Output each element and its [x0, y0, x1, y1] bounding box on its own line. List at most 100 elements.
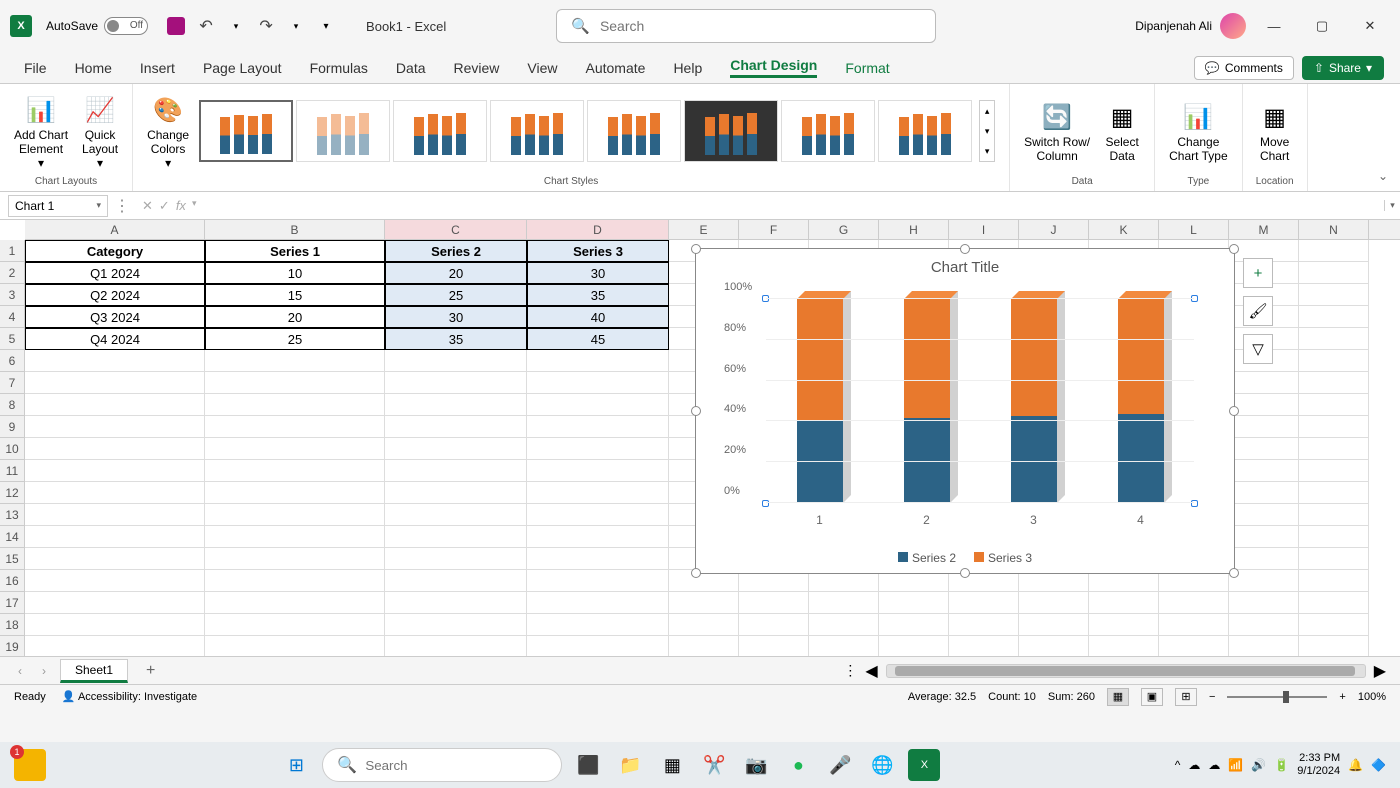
- task-view-icon[interactable]: ⬛: [572, 749, 604, 781]
- cell-A16[interactable]: [25, 570, 205, 592]
- cell-A5[interactable]: Q4 2024: [25, 328, 205, 350]
- tab-help[interactable]: Help: [673, 60, 702, 76]
- cell-A1[interactable]: Category: [25, 240, 205, 262]
- row-header-2[interactable]: 2: [0, 262, 25, 284]
- cell-A14[interactable]: [25, 526, 205, 548]
- cell-A8[interactable]: [25, 394, 205, 416]
- cell-B4[interactable]: 20: [205, 306, 385, 328]
- add-sheet-button[interactable]: +: [136, 662, 165, 680]
- cell-F19[interactable]: [739, 636, 809, 656]
- horizontal-scrollbar[interactable]: [886, 664, 1366, 678]
- zoom-label[interactable]: 100%: [1358, 691, 1386, 703]
- cell-A18[interactable]: [25, 614, 205, 636]
- tab-chart-design[interactable]: Chart Design: [730, 57, 817, 78]
- cell-B17[interactable]: [205, 592, 385, 614]
- tab-automate[interactable]: Automate: [586, 60, 646, 76]
- row-header-9[interactable]: 9: [0, 416, 25, 438]
- cell-M19[interactable]: [1229, 636, 1299, 656]
- redo-dropdown-icon[interactable]: ▾: [286, 16, 306, 36]
- file-explorer-icon[interactable]: 📁: [614, 749, 646, 781]
- col-header-D[interactable]: D: [527, 220, 669, 239]
- cell-A2[interactable]: Q1 2024: [25, 262, 205, 284]
- cell-C12[interactable]: [385, 482, 527, 504]
- cell-A12[interactable]: [25, 482, 205, 504]
- chart-handle[interactable]: [1229, 568, 1239, 578]
- cell-B13[interactable]: [205, 504, 385, 526]
- cell-C9[interactable]: [385, 416, 527, 438]
- tab-data[interactable]: Data: [396, 60, 426, 76]
- cell-C10[interactable]: [385, 438, 527, 460]
- cell-D7[interactable]: [527, 372, 669, 394]
- tray-app-icon[interactable]: 🔷: [1371, 758, 1386, 772]
- view-page-layout-button[interactable]: ▣: [1141, 688, 1163, 706]
- chart-handle[interactable]: [691, 568, 701, 578]
- zoom-out-button[interactable]: −: [1209, 691, 1215, 703]
- cell-D11[interactable]: [527, 460, 669, 482]
- cell-A6[interactable]: [25, 350, 205, 372]
- chart-style-3[interactable]: [393, 100, 487, 162]
- cell-I18[interactable]: [949, 614, 1019, 636]
- cell-C19[interactable]: [385, 636, 527, 656]
- cell-C15[interactable]: [385, 548, 527, 570]
- chart-style-6[interactable]: [684, 100, 778, 162]
- tab-formulas[interactable]: Formulas: [310, 60, 368, 76]
- cell-E17[interactable]: [669, 592, 739, 614]
- col-header-M[interactable]: M: [1229, 220, 1299, 239]
- change-chart-type-button[interactable]: 📊Change Chart Type: [1165, 97, 1231, 165]
- cell-D9[interactable]: [527, 416, 669, 438]
- undo-dropdown-icon[interactable]: ▾: [226, 16, 246, 36]
- chrome-icon[interactable]: 🌐: [866, 749, 898, 781]
- cell-B9[interactable]: [205, 416, 385, 438]
- add-chart-element-button[interactable]: 📊Add Chart Element ▾: [10, 90, 72, 172]
- fx-icon[interactable]: fx: [176, 198, 186, 214]
- cell-B18[interactable]: [205, 614, 385, 636]
- cell-N11[interactable]: [1299, 460, 1369, 482]
- col-header-B[interactable]: B: [205, 220, 385, 239]
- cell-D16[interactable]: [527, 570, 669, 592]
- legend-item[interactable]: Series 2: [898, 551, 956, 565]
- tab-review[interactable]: Review: [454, 60, 500, 76]
- chart-style-8[interactable]: [878, 100, 972, 162]
- row-header-10[interactable]: 10: [0, 438, 25, 460]
- chart-styles-button[interactable]: 🖌: [1243, 296, 1273, 326]
- cell-K19[interactable]: [1089, 636, 1159, 656]
- cell-A4[interactable]: Q3 2024: [25, 306, 205, 328]
- row-header-13[interactable]: 13: [0, 504, 25, 526]
- cell-C7[interactable]: [385, 372, 527, 394]
- chart-style-1[interactable]: [199, 100, 293, 162]
- cell-A10[interactable]: [25, 438, 205, 460]
- cell-D8[interactable]: [527, 394, 669, 416]
- spotify-icon[interactable]: ●: [782, 749, 814, 781]
- start-button[interactable]: ⊞: [280, 749, 312, 781]
- cell-M15[interactable]: [1229, 548, 1299, 570]
- cell-M12[interactable]: [1229, 482, 1299, 504]
- row-header-15[interactable]: 15: [0, 548, 25, 570]
- cell-G19[interactable]: [809, 636, 879, 656]
- sheet-nav-prev[interactable]: ‹: [12, 664, 28, 678]
- col-header-I[interactable]: I: [949, 220, 1019, 239]
- cell-M14[interactable]: [1229, 526, 1299, 548]
- maximize-button[interactable]: ▢: [1302, 11, 1342, 41]
- taskbar-search[interactable]: 🔍: [322, 748, 562, 782]
- col-header-F[interactable]: F: [739, 220, 809, 239]
- cell-D14[interactable]: [527, 526, 669, 548]
- cell-D12[interactable]: [527, 482, 669, 504]
- share-button[interactable]: ⇧ Share ▾: [1302, 56, 1384, 80]
- row-header-19[interactable]: 19: [0, 636, 25, 656]
- zoom-slider[interactable]: [1227, 696, 1327, 698]
- cell-N1[interactable]: [1299, 240, 1369, 262]
- cell-A3[interactable]: Q2 2024: [25, 284, 205, 306]
- chart-handle[interactable]: [960, 244, 970, 254]
- tray-volume-icon[interactable]: 🔊: [1251, 758, 1266, 772]
- sheet-options-icon[interactable]: ⋮: [843, 662, 857, 679]
- formula-expand-icon[interactable]: ▾: [1384, 200, 1400, 211]
- cell-B6[interactable]: [205, 350, 385, 372]
- tray-cloud-icon[interactable]: ☁: [1208, 758, 1220, 772]
- cell-J19[interactable]: [1019, 636, 1089, 656]
- cell-C16[interactable]: [385, 570, 527, 592]
- cell-I17[interactable]: [949, 592, 1019, 614]
- chart-handle[interactable]: [691, 244, 701, 254]
- user-avatar[interactable]: [1220, 13, 1246, 39]
- cell-B8[interactable]: [205, 394, 385, 416]
- excel-app-icon[interactable]: X: [10, 15, 32, 37]
